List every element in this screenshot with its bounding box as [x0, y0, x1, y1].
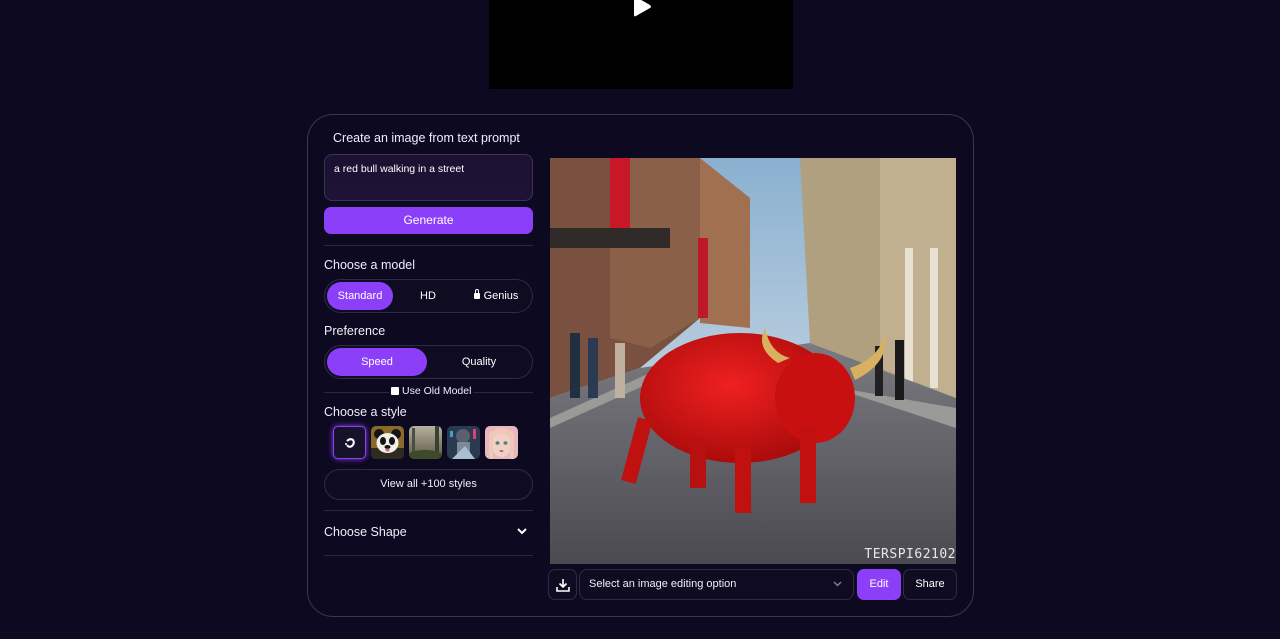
style-thumb-anime[interactable] [485, 426, 518, 459]
style-thumb-cyber[interactable] [447, 426, 480, 459]
lock-icon [473, 289, 480, 299]
cyber-robot-image [447, 426, 480, 459]
preference-option-quality[interactable]: Quality [429, 348, 529, 376]
model-option-genius[interactable]: Genius [463, 282, 529, 310]
anime-girl-image [485, 426, 518, 459]
use-old-model-label: Use Old Model [402, 385, 472, 397]
model-option-hd[interactable]: HD [395, 282, 461, 310]
style-thumb-none[interactable] [333, 426, 366, 459]
use-old-model-toggle[interactable]: Use Old Model [389, 385, 474, 397]
preference-option-speed[interactable]: Speed [327, 348, 427, 376]
use-old-model-checkbox[interactable] [391, 387, 399, 395]
model-option-label: HD [420, 290, 436, 302]
model-selector: Standard HD Genius [324, 279, 533, 313]
landscape-image [409, 426, 442, 459]
generated-image[interactable]: TERSPI62102 [550, 158, 956, 564]
preference-option-label: Quality [461, 356, 497, 368]
image-editing-select[interactable]: Select an image editing option [579, 569, 854, 600]
preference-label: Preference [324, 324, 386, 338]
preference-option-label: Speed [361, 356, 393, 368]
play-icon[interactable] [632, 0, 652, 18]
divider [324, 555, 533, 556]
model-option-label: Standard [337, 290, 383, 302]
style-thumb-panda[interactable] [371, 426, 404, 459]
no-style-icon [344, 437, 355, 448]
choose-shape-label: Choose Shape [324, 525, 407, 539]
chevron-down-icon [833, 581, 842, 587]
panda-image [371, 426, 404, 459]
model-option-standard[interactable]: Standard [327, 282, 393, 310]
choose-shape-toggle[interactable]: Choose Shape [324, 525, 533, 541]
generate-button[interactable]: Generate [324, 207, 533, 234]
style-thumb-landscape[interactable] [409, 426, 442, 459]
model-label: Choose a model [324, 258, 416, 272]
share-button[interactable]: Share [903, 569, 957, 600]
model-option-label: Genius [483, 290, 519, 302]
chevron-down-icon [517, 528, 527, 535]
view-all-styles-button[interactable]: View all +100 styles [324, 469, 533, 500]
panel-title: Create an image from text prompt [333, 131, 520, 145]
image-watermark: TERSPI62102 [864, 547, 956, 562]
download-icon [555, 578, 570, 592]
style-label: Choose a style [324, 405, 407, 419]
image-editing-select-value: Select an image editing option [589, 578, 737, 590]
download-button[interactable] [548, 569, 577, 600]
prompt-input[interactable]: a red bull walking in a street [324, 154, 533, 201]
preference-selector: Speed Quality [324, 345, 533, 379]
divider [324, 510, 533, 511]
red-bull-street-image [550, 158, 956, 564]
edit-button[interactable]: Edit [857, 569, 901, 600]
divider [324, 245, 533, 246]
